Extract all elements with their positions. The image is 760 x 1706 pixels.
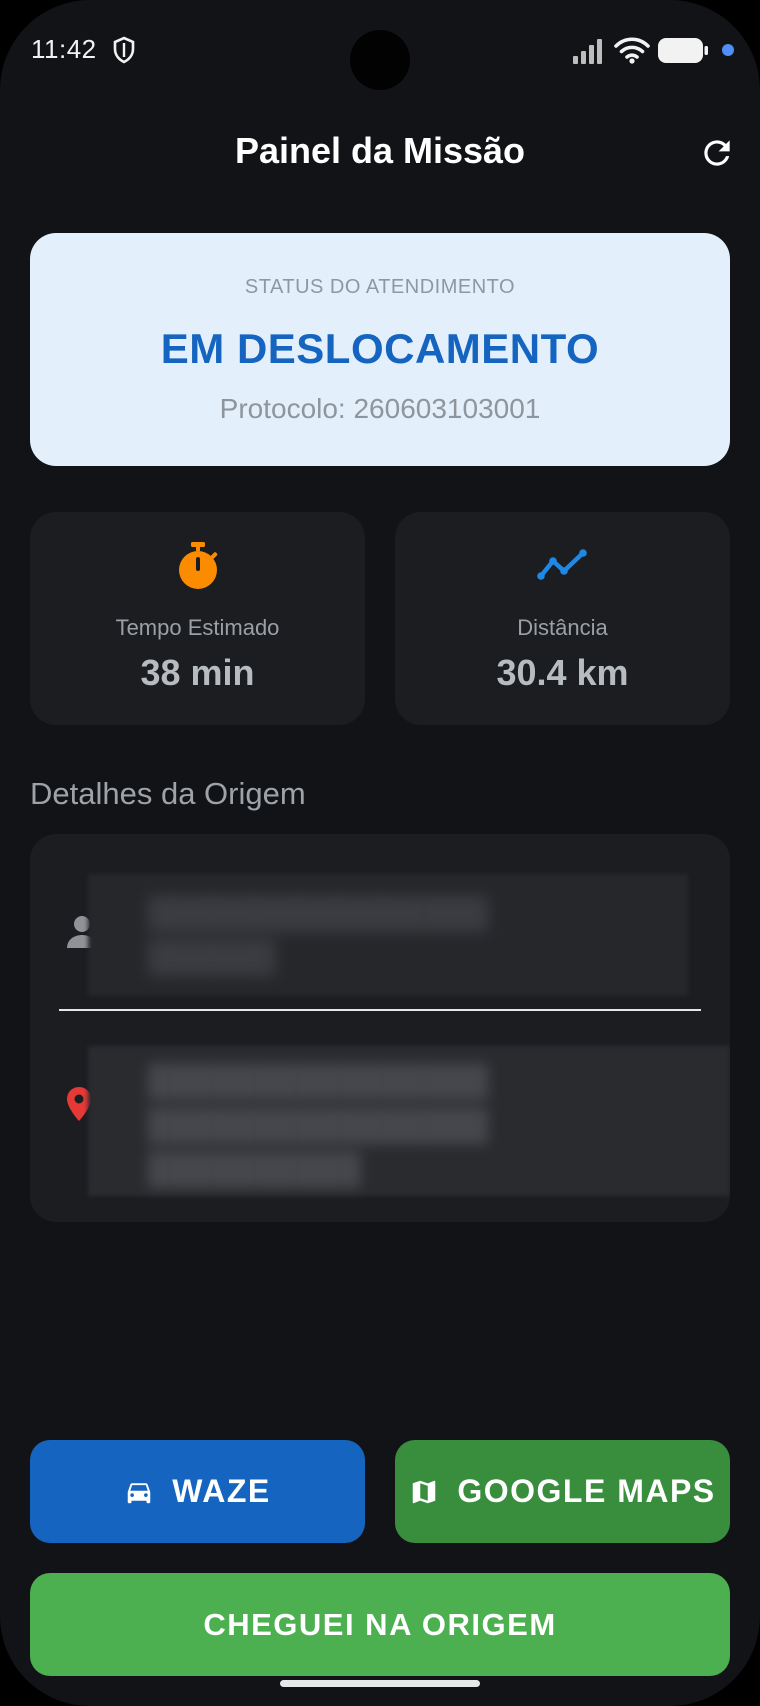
estimated-time-label: Tempo Estimado — [115, 615, 280, 640]
waze-button[interactable]: WAZE — [30, 1440, 365, 1543]
redacted-name-text: ████████████████ ██████ — [148, 897, 489, 974]
map-icon — [413, 1480, 436, 1503]
arrived-origin-button[interactable]: CHEGUEI NA ORIGEM — [30, 1573, 730, 1676]
refresh-icon[interactable] — [698, 134, 736, 172]
page-title: Painel da Missão — [234, 130, 526, 171]
home-indicator[interactable] — [280, 1680, 480, 1687]
distance-label: Distância — [517, 615, 608, 640]
origin-details-title: Detalhes da Origem — [30, 776, 306, 811]
arrived-origin-button-label: CHEGUEI NA ORIGEM — [203, 1606, 557, 1642]
status-kicker: STATUS DO ATENDIMENTO — [244, 276, 516, 298]
battery-icon — [658, 38, 708, 63]
phone-screen: 11:42 Painel da Missão STATUS DO ATENDIM… — [0, 0, 760, 1706]
front-camera — [350, 30, 410, 90]
signal-icon — [573, 39, 602, 64]
wifi-icon — [614, 37, 650, 64]
origin-details-card: ████████████████ ██████ ████████████████ █… — [30, 834, 730, 1222]
trending-icon — [537, 549, 587, 580]
mission-status-card: STATUS DO ATENDIMENTO EM DESLOCAMENTO Pr… — [30, 233, 730, 466]
notification-dot — [722, 44, 734, 56]
google-maps-button-label: GOOGLE MAPS — [457, 1473, 716, 1509]
car-icon — [128, 1482, 151, 1503]
status-value: EM DESLOCAMENTO — [160, 325, 600, 372]
protocol-number: Protocolo: 260603103001 — [219, 393, 541, 424]
estimated-time-card: Tempo Estimado 38 min — [30, 512, 365, 725]
redacted-address-text: ████████████████ ████████████████ ████████… — [148, 1065, 489, 1186]
google-maps-button[interactable]: GOOGLE MAPS — [395, 1440, 730, 1543]
estimated-time-value: 38 min — [140, 652, 255, 693]
shield-icon — [113, 36, 135, 64]
waze-button-label: WAZE — [172, 1473, 271, 1509]
status-bar: 11:42 — [0, 0, 760, 100]
distance-card: Distância 30.4 km — [395, 512, 730, 725]
stopwatch-icon — [179, 542, 218, 589]
redacted-name: ████████████████ ██████ — [88, 874, 688, 996]
distance-value: 30.4 km — [496, 652, 629, 693]
status-time: 11:42 — [31, 34, 97, 64]
redacted-address: ████████████████ ████████████████ ████████… — [88, 1046, 730, 1196]
details-divider — [59, 1009, 701, 1011]
